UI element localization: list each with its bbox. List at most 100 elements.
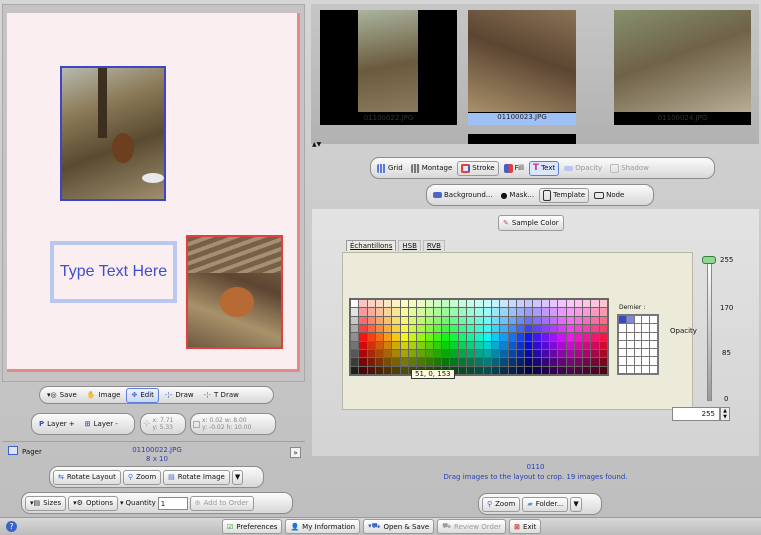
recent-swatch-cell[interactable] (650, 316, 657, 324)
swatch-cell[interactable] (433, 341, 442, 349)
swatch-cell[interactable] (491, 300, 500, 308)
review-order-button[interactable]: ⛟ Review Order (437, 519, 507, 534)
swatch-cell[interactable] (541, 333, 549, 341)
swatch-cell[interactable] (583, 300, 591, 308)
swatch-cell[interactable] (367, 300, 375, 308)
swatch-cell[interactable] (533, 349, 541, 358)
swatch-cell[interactable] (491, 341, 500, 349)
recent-swatch-cell[interactable] (634, 324, 642, 332)
swatch-cell[interactable] (566, 333, 574, 341)
splitter-arrows[interactable]: ▲▼ (312, 141, 321, 148)
recent-swatch-cell[interactable] (634, 357, 642, 365)
swatch-cell[interactable] (541, 366, 549, 374)
recent-swatch-cell[interactable] (642, 316, 650, 324)
swatch-cell[interactable] (351, 300, 359, 308)
recent-swatch-cell[interactable] (642, 357, 650, 365)
swatch-cell[interactable] (392, 341, 400, 349)
swatch-cell[interactable] (351, 358, 359, 366)
swatch-cell[interactable] (351, 366, 359, 374)
swatch-cell[interactable] (483, 316, 491, 324)
swatch-cell[interactable] (351, 308, 359, 316)
swatch-cell[interactable] (400, 341, 409, 349)
zoom-button-right[interactable]: ⚲ Zoom (482, 496, 521, 512)
swatch-cell[interactable] (400, 349, 409, 358)
swatch-cell[interactable] (458, 316, 467, 324)
swatch-cell[interactable] (425, 316, 433, 324)
swatch-cell[interactable] (599, 341, 607, 349)
layer-up-button[interactable]: P Layer + (35, 417, 79, 432)
swatch-cell[interactable] (525, 358, 533, 366)
swatch-cell[interactable] (533, 300, 541, 308)
recent-swatch-cell[interactable] (650, 349, 657, 357)
swatch-cell[interactable] (516, 366, 525, 374)
swatch-cell[interactable] (591, 341, 599, 349)
swatch-cell[interactable] (442, 349, 450, 358)
swatch-cell[interactable] (433, 308, 442, 316)
swatch-cell[interactable] (508, 341, 516, 349)
recent-swatch-cell[interactable] (619, 357, 626, 365)
grid-tool[interactable]: Grid (374, 161, 406, 176)
recent-swatch-cell[interactable] (619, 316, 626, 324)
swatch-cell[interactable] (417, 341, 425, 349)
swatch-cell[interactable] (458, 341, 467, 349)
swatch-cell[interactable] (433, 316, 442, 324)
swatch-cell[interactable] (467, 349, 475, 358)
save-button[interactable]: ▾◎ Save (43, 388, 81, 403)
swatch-cell[interactable] (508, 324, 516, 333)
swatch-cell[interactable] (508, 349, 516, 358)
opacity-tool[interactable]: Opacity (561, 161, 605, 176)
swatch-cell[interactable] (458, 366, 467, 374)
swatch-cell[interactable] (549, 308, 558, 316)
swatch-cell[interactable] (566, 316, 574, 324)
swatch-cell[interactable] (392, 366, 400, 374)
swatch-cell[interactable] (417, 358, 425, 366)
swatch-cell[interactable] (491, 308, 500, 316)
recent-swatch-cell[interactable] (619, 324, 626, 332)
swatch-cell[interactable] (375, 316, 384, 324)
swatch-cell[interactable] (533, 333, 541, 341)
mask-tool[interactable]: ● Mask... (497, 188, 537, 203)
swatch-cell[interactable] (508, 358, 516, 366)
recent-swatch-cell[interactable] (642, 324, 650, 332)
swatch-cell[interactable] (467, 324, 475, 333)
swatch-cell[interactable] (375, 300, 384, 308)
swatch-cell[interactable] (384, 333, 392, 341)
canvas-photo-1[interactable] (60, 66, 166, 201)
swatch-cell[interactable] (367, 349, 375, 358)
swatch-cell[interactable] (475, 333, 483, 341)
swatch-cell[interactable] (458, 324, 467, 333)
swatch-cell[interactable] (450, 333, 458, 341)
tab-hsb[interactable]: HSB (398, 240, 421, 251)
swatch-cell[interactable] (425, 300, 433, 308)
recent-swatch-cell[interactable] (619, 332, 626, 340)
swatch-cell[interactable] (425, 333, 433, 341)
swatch-cell[interactable] (549, 300, 558, 308)
recent-swatch-cell[interactable] (626, 332, 634, 340)
swatch-cell[interactable] (467, 358, 475, 366)
open-save-button[interactable]: ▾⛟ Open & Save (363, 519, 435, 534)
swatch-cell[interactable] (475, 341, 483, 349)
swatch-cell[interactable] (392, 316, 400, 324)
swatch-cell[interactable] (533, 316, 541, 324)
canvas-photo-2[interactable] (186, 235, 283, 349)
swatch-cell[interactable] (500, 333, 508, 341)
swatch-cell[interactable] (450, 316, 458, 324)
swatch-cell[interactable] (500, 358, 508, 366)
swatch-cell[interactable] (392, 333, 400, 341)
swatch-cell[interactable] (516, 316, 525, 324)
node-tool[interactable]: Node (591, 188, 627, 203)
swatch-cell[interactable] (574, 324, 583, 333)
swatch-cell[interactable] (591, 333, 599, 341)
swatch-cell[interactable] (400, 324, 409, 333)
swatch-cell[interactable] (375, 349, 384, 358)
swatch-cell[interactable] (442, 341, 450, 349)
swatch-cell[interactable] (549, 358, 558, 366)
swatch-cell[interactable] (566, 324, 574, 333)
swatch-cell[interactable] (425, 358, 433, 366)
swatch-cell[interactable] (450, 324, 458, 333)
swatch-cell[interactable] (549, 333, 558, 341)
swatch-cell[interactable] (583, 333, 591, 341)
swatch-cell[interactable] (599, 366, 607, 374)
swatch-cell[interactable] (541, 358, 549, 366)
swatch-cell[interactable] (475, 349, 483, 358)
